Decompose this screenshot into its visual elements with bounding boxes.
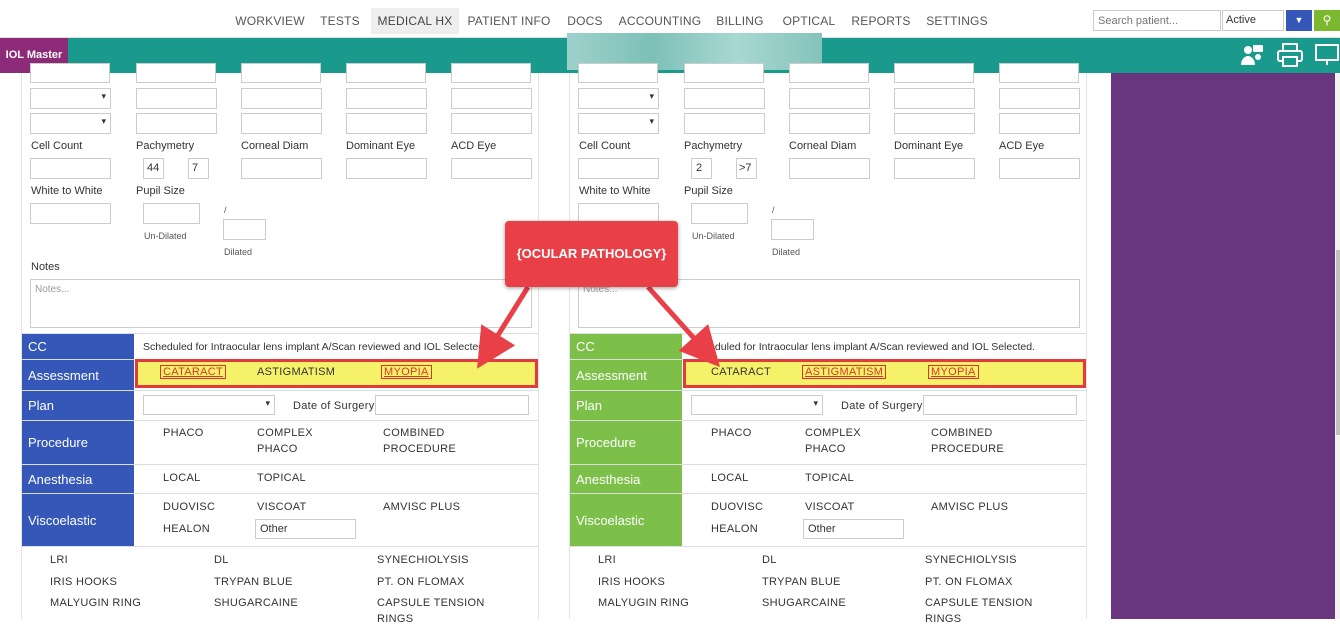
callout-arrows [477,285,721,369]
arrow-right [646,285,721,368]
arrow-left [477,285,531,369]
ocular-pathology-callout: {OCULAR PATHOLOGY} [505,221,678,287]
